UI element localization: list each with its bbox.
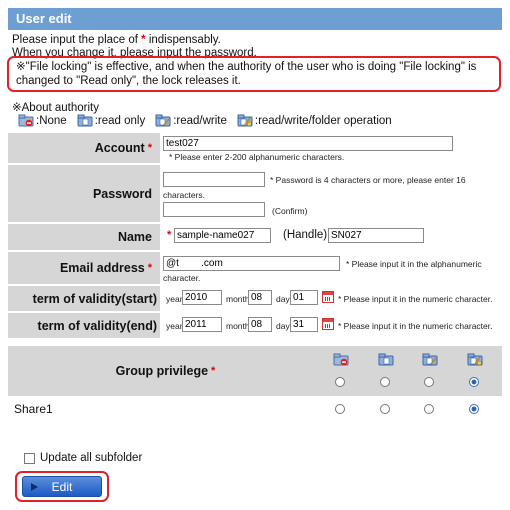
share-radio-read[interactable] xyxy=(380,404,390,414)
handle-input[interactable] xyxy=(328,228,424,243)
end-hint: * Please input it in the numeric charact… xyxy=(338,321,493,331)
header-radio-none[interactable] xyxy=(335,377,345,387)
end-day-label: day xyxy=(276,321,290,331)
page-header: User edit xyxy=(8,8,502,30)
start-day-input[interactable] xyxy=(290,290,318,305)
name-required-star: * xyxy=(167,229,172,241)
user-edit-form: Account* * Please enter 2-200 alphanumer… xyxy=(8,133,502,340)
folder-none-icon xyxy=(18,114,34,127)
folder-read-write-icon xyxy=(422,353,438,366)
header-radio-full[interactable] xyxy=(469,377,479,387)
term-start-row: term of validity(start) year month day *… xyxy=(8,286,502,313)
start-day-label: day xyxy=(276,294,290,304)
handle-label: (Handle) xyxy=(283,229,328,241)
term-start-label: term of validity(start) xyxy=(8,286,160,311)
name-input[interactable] xyxy=(174,228,271,243)
share-radio-read-write[interactable] xyxy=(424,404,434,414)
about-authority-title: ※About authority xyxy=(12,102,99,114)
account-row: Account* * Please enter 2-200 alphanumer… xyxy=(8,133,502,165)
folder-none-icon xyxy=(333,353,349,366)
legend-full-label: :read/write/folder operation xyxy=(254,114,392,127)
legend-full: :read/write/folder operation xyxy=(237,114,392,127)
authority-legend: :None :read only :read/write :read/write… xyxy=(18,114,402,127)
folder-full-icon xyxy=(237,114,253,127)
email-row: Email address* * Please input it in the … xyxy=(8,252,502,286)
intro-line1-end: indispensably. xyxy=(145,34,221,46)
email-hint: * Please input it in the alphanumeric xyxy=(346,259,482,269)
file-locking-notice: ※"File locking" is effective, and when t… xyxy=(7,56,501,92)
group-privilege-header: Group privilege * xyxy=(8,346,502,396)
update-subfolder-label: Update all subfolder xyxy=(40,452,143,464)
start-hint: * Please input it in the numeric charact… xyxy=(338,294,493,304)
folder-read-icon xyxy=(378,353,394,366)
password-confirm-input[interactable] xyxy=(163,202,265,217)
end-month-input[interactable] xyxy=(248,317,272,332)
email-input[interactable] xyxy=(163,256,340,271)
legend-none: :None xyxy=(18,114,67,127)
folder-read-write-icon xyxy=(155,114,171,127)
calendar-icon[interactable] xyxy=(322,291,334,303)
password-hint: * Password is 4 characters or more, plea… xyxy=(270,175,466,185)
name-label: Name xyxy=(8,224,160,250)
legend-read: :read only xyxy=(77,114,146,127)
account-input[interactable] xyxy=(163,136,453,151)
email-hint-2: character. xyxy=(163,273,201,283)
password-hint-2: characters. xyxy=(163,190,206,200)
legend-read-label: :read only xyxy=(94,114,146,127)
confirm-label: (Confirm) xyxy=(272,206,308,216)
end-year-input[interactable] xyxy=(182,317,222,332)
start-month-input[interactable] xyxy=(248,290,272,305)
start-year-input[interactable] xyxy=(182,290,222,305)
end-month-label: month xyxy=(226,321,250,331)
start-year-label: year xyxy=(166,294,183,304)
header-radio-read-write[interactable] xyxy=(424,377,434,387)
term-end-row: term of validity(end) year month day * P… xyxy=(8,313,502,340)
password-label: Password xyxy=(8,165,160,222)
end-day-input[interactable] xyxy=(290,317,318,332)
edit-button-highlight: Edit xyxy=(15,471,109,502)
calendar-icon[interactable] xyxy=(322,318,334,330)
name-row: Name * (Handle) xyxy=(8,224,502,252)
account-label: Account * xyxy=(8,133,160,163)
email-label: Email address * xyxy=(8,252,160,284)
edit-button[interactable]: Edit xyxy=(22,476,102,497)
term-end-label: term of validity(end) xyxy=(8,313,160,338)
password-row: Password * Password is 4 characters or m… xyxy=(8,165,502,224)
password-input[interactable] xyxy=(163,172,265,187)
share1-row: Share1 xyxy=(8,396,502,422)
edit-button-label: Edit xyxy=(51,479,73,494)
folder-full-icon xyxy=(467,353,483,366)
share-name: Share1 xyxy=(14,402,53,416)
folder-read-icon xyxy=(77,114,93,127)
update-subfolder-option[interactable]: Update all subfolder xyxy=(24,452,142,464)
play-arrow-icon xyxy=(31,483,38,491)
update-subfolder-checkbox[interactable] xyxy=(24,452,35,464)
legend-none-label: :None xyxy=(36,114,67,127)
header-radio-read[interactable] xyxy=(380,377,390,387)
intro-line1: Please input the place of xyxy=(12,34,142,46)
end-year-label: year xyxy=(166,321,183,331)
account-hint: * Please enter 2-200 alphanumeric charac… xyxy=(169,152,345,162)
legend-read-write-label: :read/write xyxy=(173,114,227,127)
group-privilege-label: Group privilege * xyxy=(115,364,216,378)
share-radio-full[interactable] xyxy=(469,404,479,414)
start-month-label: month xyxy=(226,294,250,304)
legend-read-write: :read/write xyxy=(155,114,227,127)
share-radio-none[interactable] xyxy=(335,404,345,414)
